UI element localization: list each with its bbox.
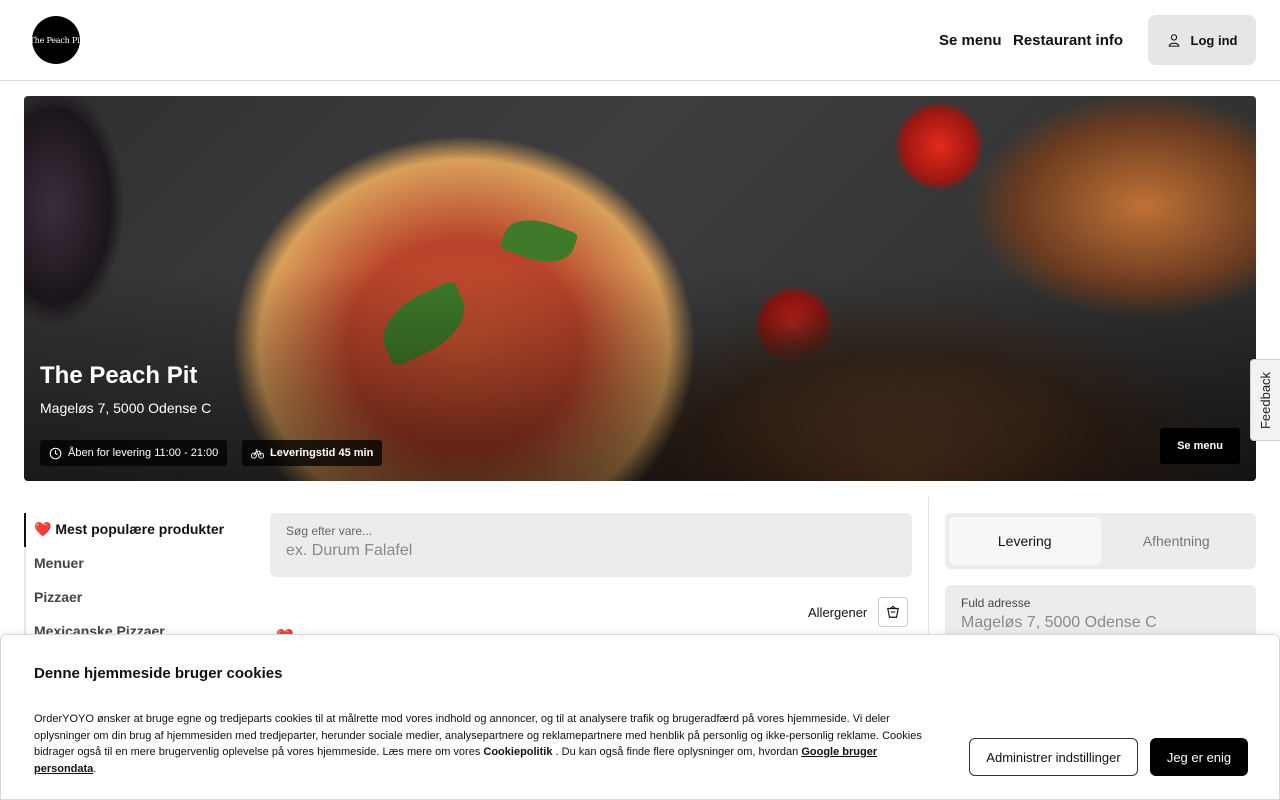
feedback-label: Feedback	[1258, 371, 1273, 429]
bicycle-icon	[251, 448, 264, 459]
category-item-menus[interactable]: Menuer	[24, 546, 244, 581]
order-mode-pickup[interactable]: Afhentning	[1101, 517, 1253, 565]
product-search[interactable]: Søg efter vare...	[270, 513, 912, 577]
category-nav: ❤️ Mest populære produkter Menuer Pizzae…	[24, 513, 244, 648]
login-label: Log ind	[1190, 32, 1238, 48]
login-button[interactable]: Log ind	[1148, 15, 1256, 65]
clock-icon	[49, 447, 62, 459]
cookie-description: OrderYOYO ønsker at bruge egne og tredje…	[34, 711, 934, 777]
allergen-filter-icon	[887, 605, 899, 618]
manage-settings-button[interactable]: Administrer indstillinger	[969, 738, 1138, 776]
cookie-title: Denne hjemmeside bruger cookies	[34, 665, 283, 682]
restaurant-logo[interactable]: The Peach Pit	[29, 16, 83, 64]
nav-link-menu[interactable]: Se menu	[939, 32, 1002, 49]
column-divider	[928, 497, 929, 647]
hero-banner: The Peach Pit Mageløs 7, 5000 Odense C Å…	[24, 96, 1256, 481]
hero-overlay	[24, 96, 1256, 481]
cookie-banner: Denne hjemmeside bruger cookies OrderYOY…	[0, 634, 1280, 800]
category-item-pizzas[interactable]: Pizzaer	[24, 580, 244, 614]
category-item-popular[interactable]: ❤️ Mest populære produkter	[24, 513, 244, 547]
hero-see-menu-button[interactable]: Se menu	[1160, 428, 1240, 464]
cookie-text-part: .	[93, 762, 97, 775]
restaurant-address: Mageløs 7, 5000 Odense C	[40, 400, 212, 416]
opening-hours-badge: Åben for levering 11:00 - 21:00	[40, 440, 228, 466]
order-mode-toggle: Levering Afhentning	[945, 513, 1256, 569]
cookie-text-part: . Du kan også finde flere oplysninger om…	[552, 746, 802, 758]
accept-cookies-button[interactable]: Jeg er enig	[1150, 738, 1248, 776]
delivery-time-badge: Leveringstid 45 min	[242, 440, 383, 466]
allergens-label[interactable]: Allergener	[808, 605, 867, 620]
address-input[interactable]	[961, 614, 1240, 632]
search-label: Søg efter vare...	[286, 524, 373, 538]
site-header: The Peach Pit Se menu Restaurant info Lo…	[0, 0, 1280, 81]
address-label: Fuld adresse	[961, 596, 1031, 610]
user-icon	[1168, 34, 1179, 47]
nav-link-restaurant-info[interactable]: Restaurant info	[1013, 32, 1123, 49]
search-input[interactable]	[286, 542, 896, 560]
order-mode-delivery[interactable]: Levering	[949, 517, 1101, 565]
restaurant-name: The Peach Pit	[40, 362, 198, 389]
allergens-button[interactable]	[878, 597, 908, 627]
cookie-policy-link[interactable]: Cookiepolitik	[483, 746, 552, 758]
opening-hours-text: Åben for levering 11:00 - 21:00	[68, 447, 219, 459]
feedback-tab[interactable]: Feedback	[1250, 359, 1280, 441]
delivery-time-text: Leveringstid 45 min	[270, 447, 374, 459]
